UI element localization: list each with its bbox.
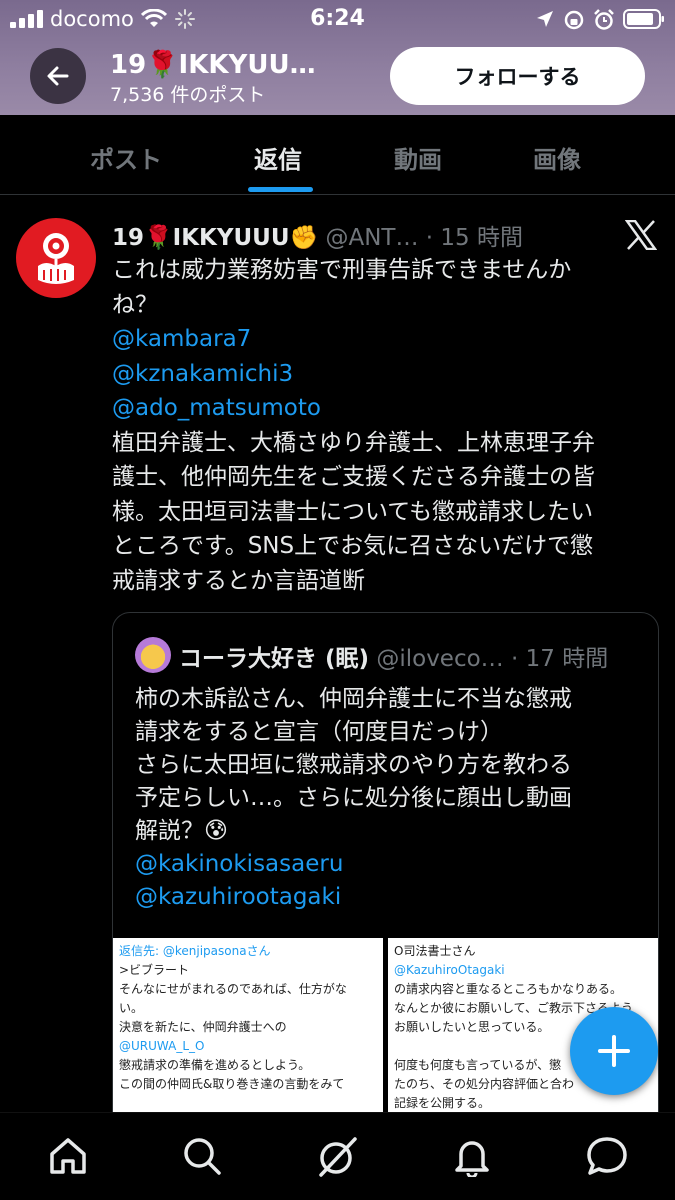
profile-tabs: ポスト 返信 動画 画像 [0,115,675,195]
tweet-line: 様。太田垣司法書士についても懲戒請求したい [112,498,594,525]
screenshot-line: そんなにせがまれるのであれば、仕方がな [119,982,347,996]
tweet-author-name[interactable]: 19🌹IKKYUUU✊ [112,225,318,251]
screenshot-line: い。 [119,1001,144,1015]
mention-link[interactable]: @kambara7 [112,322,657,357]
mention-link[interactable]: @kazuhirootagaki [135,881,645,914]
screenshot-line: この間の仲岡氏&取り巻き達の言動をみて [119,1077,345,1091]
grok-icon[interactable] [315,1135,359,1179]
status-bar: docomo 6:24 [0,0,675,40]
screenshot-line: 記録を公開する。 [394,1096,491,1110]
quoted-tweet-text: 柿の木訴訟さん、仲岡弁護士に不当な懲戒 請求をすると宣言（何度目だっけ） さらに… [135,683,645,914]
screenshot-line: O司法書士さん [394,944,476,958]
location-arrow-icon [537,11,553,27]
mention-link[interactable]: @kznakamichi3 [112,357,657,392]
rotation-lock-icon [564,10,584,30]
home-icon[interactable] [47,1135,89,1177]
search-icon[interactable] [181,1135,223,1177]
bottom-navigation [0,1112,675,1200]
tab-posts[interactable]: ポスト [90,140,162,175]
quoted-line: 予定らしい…。さらに処分後に顔出し動画 [135,785,572,811]
tweet-line: 戒請求するとか言語道断 [112,567,365,594]
profile-header: docomo 6:24 19🌹IKKYUU… 7,536 件のポスト フォローす… [0,0,675,115]
tweet-header: 19🌹IKKYUUU✊ @ANT… · 15 時間 [112,218,523,252]
quoted-tweet-time: · 17 時間 [511,646,609,672]
screenshot-line: @KazuhiroOtagaki [394,963,505,977]
tweet-line: ね？ [112,291,158,318]
tweet-line: ところです。SNS上でお気に召さないだけで懲 [112,533,594,559]
quoted-tweet-header: コーラ大好き (眠) @iloveco… · 17 時間 [179,639,608,673]
notifications-bell-icon[interactable] [451,1135,493,1177]
screenshot-line: >ビブラート [119,963,190,977]
quoted-line: 解説？😰 [135,818,228,844]
rose-fist-logo-icon [38,233,74,284]
quoted-line: さらに太田垣に懲戒請求のやり方を教わる [135,752,572,778]
tweet-time[interactable]: · 15 時間 [426,225,523,251]
plus-icon [598,1035,630,1067]
screenshot-reply-to: 返信先: @kenjipasonaさん [119,944,271,958]
tweet-text: これは威力業務妨害で刑事告訴できませんか ね？ @kambara7 @kznak… [112,253,657,598]
arrow-left-icon [47,66,69,86]
screenshot-line: @URUWA_L_O [119,1039,205,1053]
battery-icon [623,9,664,29]
profile-name: 19🌹IKKYUU… [110,50,316,80]
tab-videos[interactable]: 動画 [394,140,442,175]
back-button[interactable] [30,48,86,104]
messages-icon[interactable] [585,1135,629,1177]
attached-screenshot-image[interactable]: 返信先: @kenjipasonaさん >ビブラート そんなにせがまれるのであれ… [113,938,383,1131]
follow-button[interactable]: フォローする [390,47,645,105]
tab-replies[interactable]: 返信 [254,140,302,175]
x-logo-icon[interactable] [625,220,657,250]
mention-link[interactable]: @kakinokisasaeru [135,848,645,881]
post-count: 7,536 件のポスト [110,84,266,106]
quoted-author-handle: @iloveco… [376,646,504,672]
avatar[interactable] [16,218,96,298]
tab-images[interactable]: 画像 [533,140,581,175]
screenshot-line: 懲戒請求の準備を進めるとしよう。 [119,1058,311,1072]
tweet-line: これは威力業務妨害で刑事告訴できませんか [112,257,572,283]
tweet-line: 護士、他仲岡先生をご支援くださる弁護士の皆 [112,464,595,490]
screenshot-line: 決意を新たに、仲岡弁護士への [119,1020,287,1034]
tweet-line: 植田弁護士、大橋さゆり弁護士、上林恵理子弁 [112,429,595,456]
active-tab-indicator [248,187,313,192]
quoted-line: 柿の木訴訟さん、仲岡弁護士に不当な懲戒 [135,686,572,712]
quoted-author-name: コーラ大好き (眠) [179,646,370,672]
mention-link[interactable]: @ado_matsumoto [112,391,657,426]
quoted-avatar [135,637,171,673]
compose-button[interactable] [570,1007,658,1095]
tweet-author-handle[interactable]: @ANT… [325,225,418,251]
alarm-icon [594,9,614,30]
quoted-line: 請求をすると宣言（何度目だっけ） [135,719,503,745]
screenshot-line: の請求内容と重なるところもかなりある。 [394,982,623,996]
